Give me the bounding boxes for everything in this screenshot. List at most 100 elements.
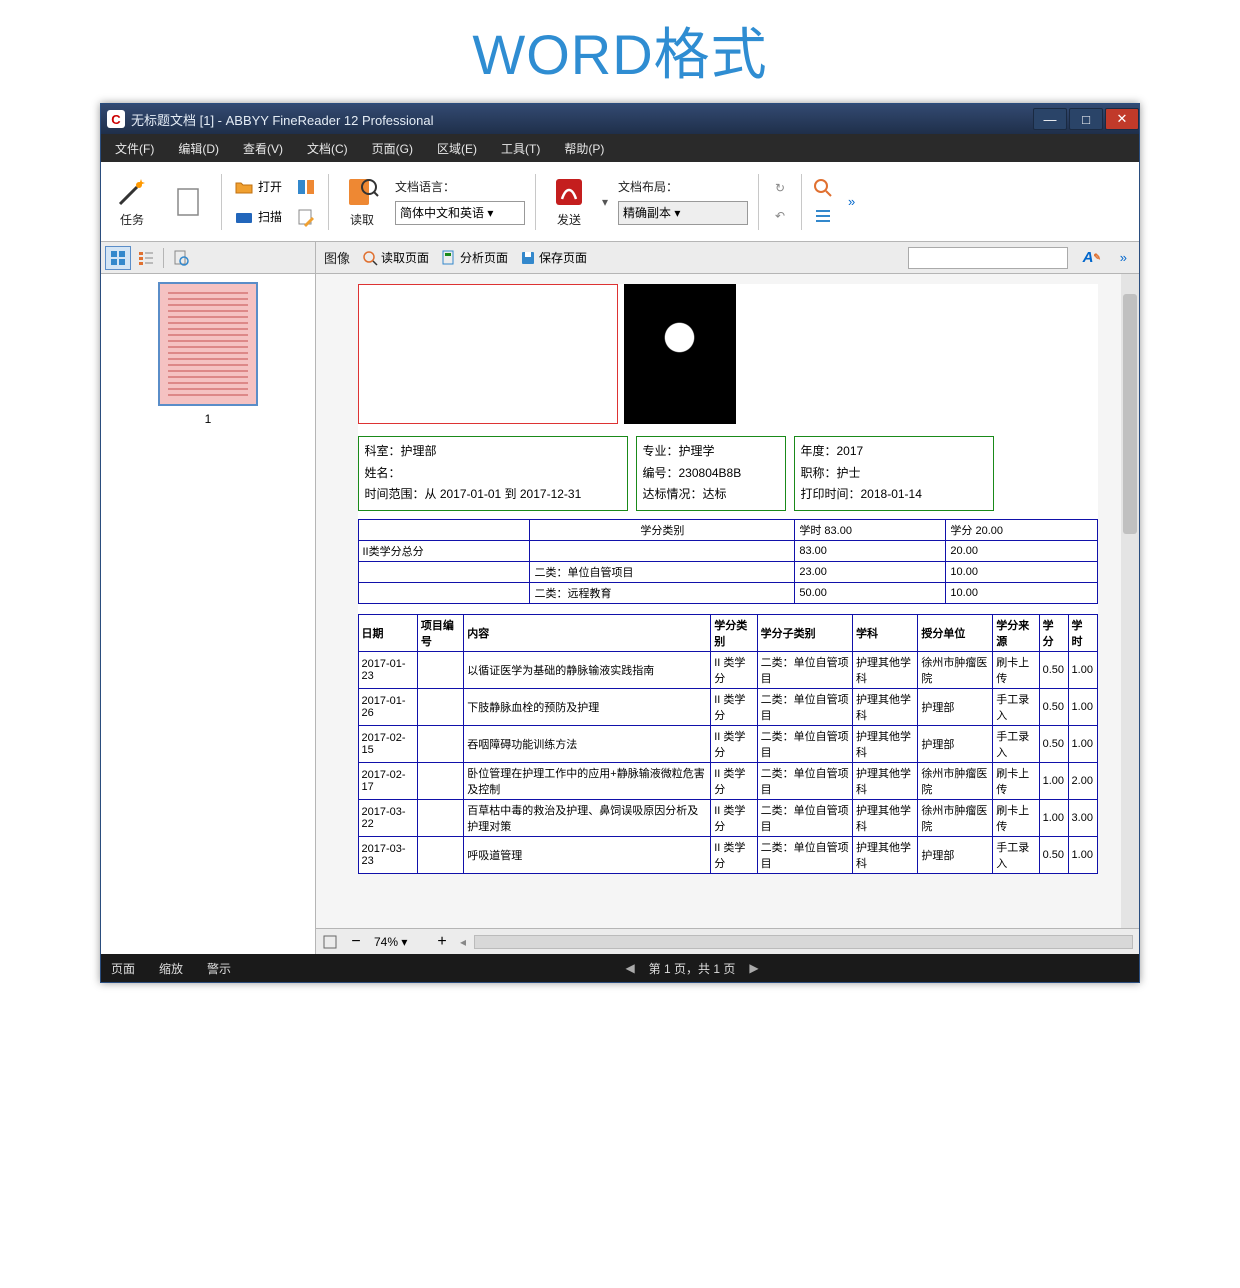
fit-icon[interactable] — [322, 934, 338, 950]
read-icon — [345, 175, 379, 209]
scan-label: 扫描 — [258, 208, 282, 225]
magnifier-icon — [362, 250, 378, 266]
menu-help[interactable]: 帮助(P) — [556, 136, 612, 161]
table-header: 学时 — [1068, 614, 1097, 651]
table-row: 2017-01-23以循证医学为基础的静脉输液实践指南II 类学分二类：单位自管… — [358, 651, 1097, 688]
menu-document[interactable]: 文档(C) — [299, 136, 356, 161]
zoom-in-button[interactable]: + — [432, 932, 452, 952]
zoom-tool-icon[interactable] — [812, 177, 834, 199]
save-page-label: 保存页面 — [539, 249, 587, 266]
zoom-value[interactable]: 74% ▾ — [374, 935, 424, 949]
ribbon: 任务 打开 扫描 读取 文档语言： 简体中文和英语 ▾ — [101, 162, 1139, 242]
analyze-icon — [441, 250, 457, 266]
scan-button[interactable]: 扫描 — [232, 205, 284, 229]
analyze-page-button[interactable]: 分析页面 — [437, 247, 512, 268]
content-area: 1 科室：护理部 姓名： 时间范围：从 2017-01-01 到 2017-12… — [101, 274, 1139, 954]
thumbnail-number: 1 — [109, 412, 307, 426]
scanner-icon — [234, 207, 254, 227]
status-page[interactable]: 页面 — [111, 960, 135, 977]
read-button[interactable]: 读取 — [339, 173, 385, 230]
table-row: 2017-01-26下肢静脉血栓的预防及护理II 类学分二类：单位自管项目护理其… — [358, 688, 1097, 725]
info-box-3: 年度：2017 职称：护士 打印时间：2018-01-14 — [794, 436, 994, 511]
expand-ribbon-icon[interactable]: » — [844, 194, 859, 209]
vertical-scrollbar[interactable] — [1121, 274, 1139, 928]
open-label: 打开 — [258, 178, 282, 195]
next-page-icon[interactable]: ▶ — [749, 961, 758, 975]
menu-area[interactable]: 区域(E) — [429, 136, 485, 161]
view-grid-button[interactable] — [105, 246, 131, 270]
app-window: C 无标题文档 [1] - ABBYY FineReader 12 Profes… — [100, 103, 1140, 983]
app-icon: C — [107, 110, 125, 128]
page-thumbnail[interactable] — [158, 282, 258, 406]
menu-tools[interactable]: 工具(T) — [493, 136, 548, 161]
info-boxes: 科室：护理部 姓名： 时间范围：从 2017-01-01 到 2017-12-3… — [358, 436, 1098, 511]
titlebar: C 无标题文档 [1] - ABBYY FineReader 12 Profes… — [101, 104, 1139, 134]
close-button[interactable]: ✕ — [1105, 108, 1139, 130]
save-page-button[interactable]: 保存页面 — [516, 247, 591, 268]
table-row: 2017-03-22百草枯中毒的救治及护理、鼻饲误吸原因分析及护理对策II 类学… — [358, 799, 1097, 836]
data-table: 日期项目编号内容学分类别学分子类别学科授分单位学分来源学分学时 2017-01-… — [358, 614, 1098, 874]
table-header: 项目编号 — [417, 614, 463, 651]
table-header: 学科 — [852, 614, 917, 651]
list-icon[interactable] — [812, 205, 834, 227]
open-button[interactable]: 打开 — [232, 175, 284, 199]
info-box-2: 专业：护理学 编号：230804B8B 达标情况：达标 — [636, 436, 786, 511]
edit-icon — [296, 207, 316, 227]
table-header: 学分 — [1039, 614, 1068, 651]
document-view[interactable]: 科室：护理部 姓名： 时间范围：从 2017-01-01 到 2017-12-3… — [316, 274, 1139, 928]
language-label: 文档语言： — [395, 178, 525, 195]
page-icon — [171, 185, 205, 219]
status-zoom[interactable]: 缩放 — [159, 960, 183, 977]
zoom-out-button[interactable]: − — [346, 932, 366, 952]
expand-toolbar-icon[interactable]: » — [1116, 250, 1131, 265]
menu-edit[interactable]: 编辑(D) — [170, 136, 227, 161]
send-button[interactable]: 发送 — [546, 173, 592, 230]
redo-icon[interactable]: ↻ — [769, 177, 791, 199]
layout-select[interactable]: 精确副本 ▾ — [618, 201, 748, 225]
table-header: 学分来源 — [993, 614, 1039, 651]
zoom-bar: − 74% ▾ + ◂ — [316, 928, 1139, 954]
template-button[interactable] — [294, 175, 318, 199]
text-style-button[interactable]: A✎ — [1078, 247, 1106, 269]
analyze-page-label: 分析页面 — [460, 249, 508, 266]
status-warn[interactable]: 警示 — [207, 960, 231, 977]
table-row: 2017-02-17卧位管理在护理工作中的应用+静脉输液微粒危害及控制II 类学… — [358, 762, 1097, 799]
summary-table: 学分类别学时 83.00学分 20.00 II类学分总分83.0020.00 二… — [358, 519, 1098, 604]
task-button[interactable]: 任务 — [109, 173, 155, 230]
thumbnail-image — [160, 284, 256, 404]
new-page-button[interactable] — [165, 183, 211, 221]
menu-file[interactable]: 文件(F) — [107, 136, 162, 161]
table-row: 2017-03-23呼吸道管理II 类学分二类：单位自管项目护理其他学科护理部手… — [358, 836, 1097, 873]
info-box-1: 科室：护理部 姓名： 时间范围：从 2017-01-01 到 2017-12-3… — [358, 436, 628, 511]
red-region-box — [358, 284, 618, 424]
template-icon — [296, 177, 316, 197]
table-header: 日期 — [358, 614, 417, 651]
image-label: 图像 — [324, 248, 350, 267]
menu-page[interactable]: 页面(G) — [364, 136, 421, 161]
language-select[interactable]: 简体中文和英语 ▾ — [395, 201, 525, 225]
table-header: 授分单位 — [918, 614, 993, 651]
horizontal-scrollbar[interactable] — [474, 935, 1133, 949]
scroll-left-icon[interactable]: ◂ — [460, 935, 466, 949]
task-label: 任务 — [120, 211, 144, 228]
page-settings-button[interactable] — [168, 246, 194, 270]
pdf-icon — [552, 175, 586, 209]
search-input[interactable] — [908, 247, 1068, 269]
read-page-button[interactable]: 读取页面 — [358, 247, 433, 268]
statusbar: 页面 缩放 警示 ◀ 第 1 页，共 1 页 ▶ — [101, 954, 1139, 982]
dropdown-icon[interactable]: ▾ — [602, 195, 608, 209]
layout-label: 文档布局： — [618, 178, 748, 195]
edit-button[interactable] — [294, 205, 318, 229]
document-page: 科室：护理部 姓名： 时间范围：从 2017-01-01 到 2017-12-3… — [358, 284, 1098, 874]
send-label: 发送 — [557, 211, 581, 228]
menu-view[interactable]: 查看(V) — [235, 136, 291, 161]
secondary-toolbar: 图像 读取页面 分析页面 保存页面 A✎ » — [101, 242, 1139, 274]
minimize-button[interactable]: — — [1033, 108, 1067, 130]
table-row: 2017-02-15吞咽障碍功能训练方法II 类学分二类：单位自管项目护理其他学… — [358, 725, 1097, 762]
main-pane: 科室：护理部 姓名： 时间范围：从 2017-01-01 到 2017-12-3… — [316, 274, 1139, 954]
read-label: 读取 — [350, 211, 374, 228]
view-list-button[interactable] — [133, 246, 159, 270]
maximize-button[interactable]: □ — [1069, 108, 1103, 130]
undo-icon[interactable]: ↶ — [769, 205, 791, 227]
prev-page-icon[interactable]: ◀ — [625, 961, 634, 975]
